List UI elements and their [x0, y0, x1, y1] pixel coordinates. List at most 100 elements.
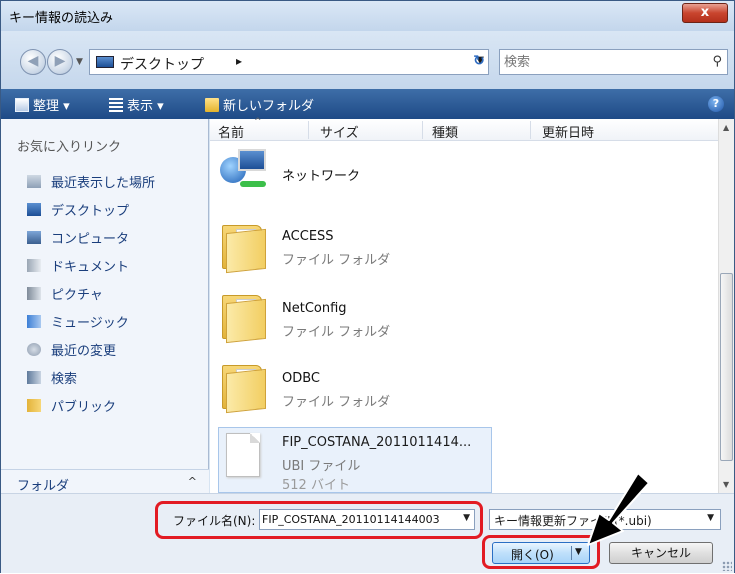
- folders-label: フォルダ: [17, 479, 70, 494]
- column-divider[interactable]: [308, 121, 309, 139]
- column-header-name[interactable]: 名前: [218, 122, 244, 141]
- file-type: ファイル フォルダ: [282, 253, 391, 268]
- sidebar-item-label: パブリック: [51, 400, 117, 415]
- scroll-up-icon[interactable]: ▲: [723, 123, 729, 132]
- sidebar-item-label: 最近表示した場所: [51, 176, 156, 191]
- sort-ascending-icon: ^: [254, 117, 262, 127]
- search-icon[interactable]: ⚲: [712, 54, 722, 69]
- file-name: FIP_COSTANA_2011011414...: [282, 435, 472, 450]
- recent-places-icon: [27, 175, 41, 188]
- search-folder-icon: [27, 371, 41, 384]
- file-size: 512 バイト: [282, 478, 350, 493]
- column-divider[interactable]: [422, 121, 423, 139]
- filetype-select[interactable]: キー情報更新ファイル(*.ubi) ▼: [489, 509, 721, 530]
- column-header-row: 名前 ^ サイズ 種類 更新日時: [210, 117, 718, 141]
- recent-changes-icon: [27, 343, 41, 356]
- music-icon: [27, 315, 41, 328]
- documents-icon: [27, 259, 41, 272]
- file-icon: [226, 433, 260, 477]
- folder-icon: [222, 295, 266, 344]
- sidebar-item-label: ドキュメント: [51, 260, 130, 275]
- forward-button[interactable]: ▶: [47, 49, 73, 75]
- new-folder-label: 新しいフォルダ: [223, 99, 315, 114]
- sidebar-item-search[interactable]: 検索: [27, 368, 78, 387]
- column-divider[interactable]: [530, 121, 531, 139]
- folder-icon: [222, 225, 266, 274]
- sidebar-item-pictures[interactable]: ピクチャ: [27, 284, 103, 303]
- search-input[interactable]: [504, 51, 694, 73]
- recent-pages-dropdown-icon[interactable]: ▼: [76, 57, 83, 67]
- desktop-icon: [96, 56, 114, 68]
- file-name: NetConfig: [282, 301, 347, 316]
- computer-icon: [27, 231, 41, 244]
- view-menu-button[interactable]: 表示 ▾: [109, 95, 164, 114]
- address-location[interactable]: デスクトップ: [120, 54, 204, 74]
- pictures-icon: [27, 287, 41, 300]
- sidebar-item-label: コンピュータ: [51, 232, 130, 247]
- folder-icon: [222, 365, 266, 414]
- cancel-button[interactable]: キャンセル: [609, 542, 713, 564]
- file-type: UBI ファイル: [282, 459, 361, 474]
- network-icon: [220, 147, 276, 191]
- favorite-links-heading: お気に入りリンク: [17, 140, 122, 155]
- resize-grip[interactable]: [722, 561, 732, 571]
- organize-label: 整理 ▾: [33, 99, 70, 114]
- organize-icon: [15, 98, 29, 112]
- back-arrow-icon: ◀: [27, 53, 39, 69]
- address-row: ◀ ▶ ▼ デスクトップ ▸ ▼ ↻ ⚲: [1, 31, 734, 89]
- breadcrumb-chevron-icon[interactable]: ▸: [236, 54, 242, 68]
- file-name: ODBC: [282, 371, 321, 386]
- filetype-dropdown-icon[interactable]: ▼: [707, 513, 714, 523]
- refresh-button[interactable]: ↻: [467, 49, 491, 75]
- title-bar: キー情報の読込み x: [1, 1, 734, 31]
- forward-arrow-icon: ▶: [54, 53, 66, 69]
- file-type: ファイル フォルダ: [282, 395, 391, 410]
- help-icon[interactable]: ?: [708, 96, 724, 112]
- scroll-down-icon[interactable]: ▼: [723, 480, 729, 489]
- navigation-pane: お気に入りリンク 最近表示した場所 デスクトップ コンピュータ ドキュメント ピ…: [1, 119, 209, 493]
- public-folder-icon: [27, 399, 41, 412]
- search-box[interactable]: ⚲: [499, 49, 728, 75]
- column-header-size[interactable]: サイズ: [320, 122, 359, 141]
- sidebar-item-label: 検索: [51, 372, 78, 387]
- sidebar-item-music[interactable]: ミュージック: [27, 312, 129, 331]
- sidebar-item-label: デスクトップ: [51, 204, 130, 219]
- column-header-modified[interactable]: 更新日時: [542, 122, 594, 141]
- vertical-scrollbar[interactable]: ▲ ▼: [718, 119, 734, 493]
- view-icon: [109, 98, 123, 112]
- folders-toggle-bar[interactable]: フォルダ ^: [1, 469, 209, 495]
- file-list[interactable]: 名前 ^ サイズ 種類 更新日時 ネットワーク ACCESS ファイル フォルダ: [210, 117, 718, 493]
- sidebar-item-label: ミュージック: [51, 316, 129, 331]
- sidebar-item-label: 最近の変更: [51, 344, 117, 359]
- list-item[interactable]: ACCESS ファイル フォルダ: [210, 211, 718, 281]
- sidebar-item-recent-changes[interactable]: 最近の変更: [27, 340, 117, 359]
- organize-menu-button[interactable]: 整理 ▾: [15, 95, 70, 114]
- sidebar-item-label: ピクチャ: [51, 288, 103, 303]
- refresh-icon: ↻: [473, 53, 485, 69]
- new-folder-button[interactable]: 新しいフォルダ: [205, 95, 314, 114]
- sidebar-item-public[interactable]: パブリック: [27, 396, 117, 415]
- list-item[interactable]: ODBC ファイル フォルダ: [210, 351, 718, 421]
- sidebar-item-desktop[interactable]: デスクトップ: [27, 200, 130, 219]
- sidebar-item-recent-places[interactable]: 最近表示した場所: [27, 172, 156, 191]
- sidebar-item-documents[interactable]: ドキュメント: [27, 256, 130, 275]
- collapse-caret-icon[interactable]: ^: [188, 475, 197, 488]
- column-header-type[interactable]: 種類: [432, 122, 458, 141]
- open-button-highlight-box: [482, 535, 600, 569]
- close-button[interactable]: x: [682, 3, 728, 23]
- filename-highlight-box: [155, 501, 483, 539]
- back-button[interactable]: ◀: [20, 49, 46, 75]
- scrollbar-thumb[interactable]: [720, 273, 733, 461]
- view-label: 表示 ▾: [127, 99, 164, 114]
- address-bar[interactable]: デスクトップ ▸ ▼: [89, 49, 489, 75]
- file-name: ACCESS: [282, 229, 334, 244]
- command-toolbar: 整理 ▾ 表示 ▾ 新しいフォルダ ?: [1, 89, 734, 119]
- file-name: ネットワーク: [282, 169, 361, 184]
- sidebar-item-computer[interactable]: コンピュータ: [27, 228, 130, 247]
- new-folder-icon: [205, 98, 219, 112]
- list-item[interactable]: ネットワーク: [210, 141, 718, 201]
- window-title: キー情報の読込み: [9, 11, 114, 26]
- file-type: ファイル フォルダ: [282, 325, 391, 340]
- list-item[interactable]: NetConfig ファイル フォルダ: [210, 281, 718, 351]
- filetype-value: キー情報更新ファイル(*.ubi): [494, 514, 652, 528]
